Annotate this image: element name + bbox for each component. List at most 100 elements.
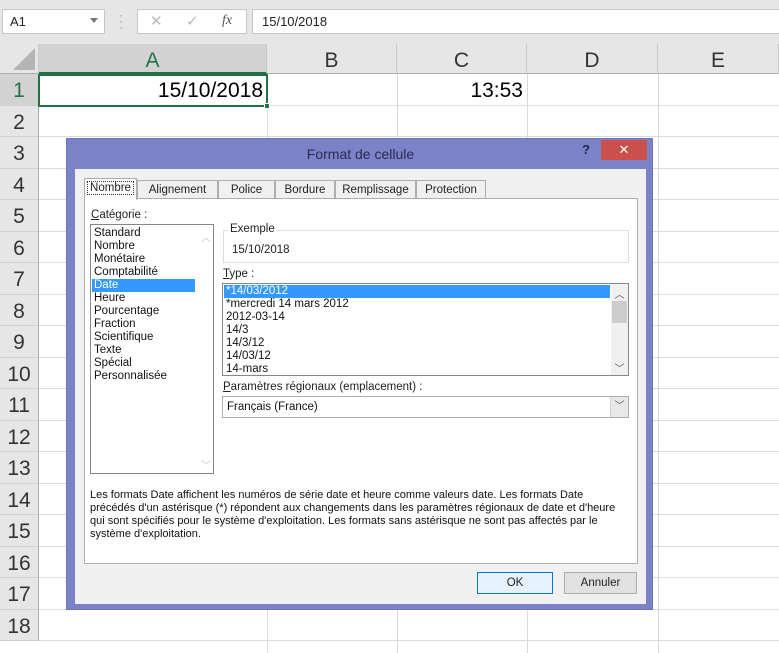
example-value: 15/10/2018 bbox=[232, 244, 290, 256]
type-label: Type : bbox=[223, 268, 255, 280]
category-item[interactable]: Heure bbox=[92, 292, 195, 305]
select-all-button[interactable] bbox=[0, 44, 39, 74]
formula-bar: A1 · · · ✕ ✓ fx 15/10/2018 bbox=[0, 0, 779, 44]
row-header-14[interactable]: 14 bbox=[0, 483, 39, 515]
type-list[interactable]: *14/03/2012 *mercredi 14 mars 2012 2012-03… bbox=[222, 283, 629, 376]
category-item[interactable]: Nombre bbox=[92, 240, 195, 253]
ok-button[interactable]: OK bbox=[477, 572, 553, 594]
name-box[interactable]: A1 bbox=[2, 9, 105, 34]
row-header-13[interactable]: 13 bbox=[0, 452, 39, 484]
category-item[interactable]: Standard bbox=[92, 227, 195, 240]
gridline bbox=[39, 136, 779, 137]
tab-police[interactable]: Police bbox=[218, 180, 275, 199]
column-header-e[interactable]: E bbox=[658, 44, 779, 74]
close-icon: ✕ bbox=[618, 142, 630, 157]
row-header-9[interactable]: 9 bbox=[0, 326, 39, 358]
category-item[interactable]: Pourcentage bbox=[92, 305, 195, 318]
row-header-5[interactable]: 5 bbox=[0, 200, 39, 232]
dialog-body: Nombre Alignement Police Bordure Remplis… bbox=[75, 169, 646, 604]
select-all-icon bbox=[13, 48, 35, 70]
category-item[interactable]: Date bbox=[92, 279, 195, 292]
tab-bordure[interactable]: Bordure bbox=[275, 180, 335, 199]
tab-remplissage[interactable]: Remplissage bbox=[335, 180, 416, 199]
locale-value: Français (France) bbox=[227, 401, 318, 413]
tab-label: Remplissage bbox=[342, 184, 409, 196]
category-item[interactable]: Comptabilité bbox=[92, 266, 195, 279]
help-icon[interactable]: ? bbox=[582, 142, 590, 157]
type-item[interactable]: 14/3 bbox=[224, 324, 610, 337]
column-header-a[interactable]: A bbox=[39, 44, 267, 74]
example-group: Exemple 15/10/2018 bbox=[223, 223, 629, 263]
column-header-d[interactable]: D bbox=[527, 44, 658, 74]
format-cells-dialog: Format de cellule ? ✕ Nombre Alignement … bbox=[66, 138, 653, 610]
type-list-scrollbar[interactable]: ︿ ﹀ bbox=[611, 284, 628, 375]
tab-panel-nombre: Catégorie : Standard Nombre Monétaire Compt… bbox=[84, 198, 638, 564]
tab-label: Protection bbox=[425, 184, 477, 196]
category-list[interactable]: Standard Nombre Monétaire Comptabilité Date H… bbox=[90, 224, 214, 474]
row-header-3[interactable]: 3 bbox=[0, 137, 39, 169]
row-header-11[interactable]: 11 bbox=[0, 389, 39, 421]
row-header-4[interactable]: 4 bbox=[0, 168, 39, 200]
resize-handle-icon[interactable]: · · · bbox=[119, 9, 123, 33]
check-icon[interactable]: ✓ bbox=[186, 12, 199, 30]
row-header-12[interactable]: 12 bbox=[0, 420, 39, 452]
locale-select[interactable]: Français (France) ﹀ bbox=[222, 396, 629, 418]
row-header-1[interactable]: 1 bbox=[0, 74, 39, 106]
type-item[interactable]: 14/03/12 bbox=[224, 350, 610, 363]
insert-function-icon[interactable]: fx bbox=[222, 13, 232, 29]
gridline bbox=[39, 640, 779, 641]
type-item[interactable]: *mercredi 14 mars 2012 bbox=[224, 298, 610, 311]
name-box-value: A1 bbox=[10, 14, 26, 29]
gridline bbox=[658, 74, 659, 653]
scroll-down-icon[interactable]: ﹀ bbox=[611, 360, 628, 375]
row-header-6[interactable]: 6 bbox=[0, 231, 39, 263]
row-header-8[interactable]: 8 bbox=[0, 294, 39, 326]
active-cell-border bbox=[38, 74, 270, 109]
type-item[interactable]: 14-mars bbox=[224, 363, 610, 376]
tab-label: Alignement bbox=[148, 184, 207, 196]
cancel-icon[interactable]: ✕ bbox=[150, 12, 163, 30]
formula-input[interactable]: 15/10/2018 bbox=[252, 9, 779, 34]
cell-c1[interactable]: 13:53 bbox=[397, 74, 527, 105]
type-item[interactable]: *14/03/2012 bbox=[224, 285, 610, 298]
row-header-2[interactable]: 2 bbox=[0, 105, 39, 137]
row-header-16[interactable]: 16 bbox=[0, 546, 39, 578]
scroll-down-icon[interactable]: ﹀ bbox=[201, 457, 211, 472]
fill-handle[interactable] bbox=[264, 103, 270, 109]
category-label: Catégorie : bbox=[91, 209, 148, 221]
row-header-10[interactable]: 10 bbox=[0, 357, 39, 389]
row-header-18[interactable]: 18 bbox=[0, 609, 39, 641]
row-header-17[interactable]: 17 bbox=[0, 578, 39, 610]
cancel-button[interactable]: Annuler bbox=[564, 572, 637, 594]
close-button[interactable]: ✕ bbox=[601, 140, 647, 160]
chevron-down-icon[interactable]: ﹀ bbox=[610, 397, 628, 417]
category-item[interactable]: Fraction bbox=[92, 318, 195, 331]
category-item[interactable]: Texte bbox=[92, 344, 195, 357]
tab-label: Bordure bbox=[284, 184, 326, 196]
category-item[interactable]: Monétaire bbox=[92, 253, 195, 266]
tab-alignement[interactable]: Alignement bbox=[137, 180, 218, 199]
tab-label: Police bbox=[230, 184, 263, 196]
formula-value: 15/10/2018 bbox=[262, 14, 328, 29]
tab-label: Nombre bbox=[87, 181, 134, 195]
scroll-up-icon[interactable]: ︿ bbox=[201, 229, 211, 244]
category-item[interactable]: Scientifique bbox=[92, 331, 195, 344]
row-header-7[interactable]: 7 bbox=[0, 263, 39, 295]
chevron-down-icon[interactable] bbox=[90, 18, 98, 23]
category-item[interactable]: Personnalisée bbox=[92, 370, 195, 383]
format-description: Les formats Date affichent les numéros d… bbox=[90, 489, 616, 540]
row-header-15[interactable]: 15 bbox=[0, 515, 39, 547]
scrollbar-thumb[interactable] bbox=[612, 301, 627, 323]
type-item[interactable]: 2012-03-14 bbox=[224, 311, 610, 324]
type-item[interactable]: 14/3/12 bbox=[224, 337, 610, 350]
formula-buttons: ✕ ✓ fx bbox=[137, 9, 247, 34]
dialog-title: Format de cellule bbox=[306, 146, 415, 162]
column-header-b[interactable]: B bbox=[267, 44, 397, 74]
tab-nombre[interactable]: Nombre bbox=[84, 178, 137, 200]
tab-protection[interactable]: Protection bbox=[416, 180, 486, 199]
category-item[interactable]: Spécial bbox=[92, 357, 195, 370]
column-header-c[interactable]: C bbox=[397, 44, 527, 74]
locale-label: Paramètres régionaux (emplacement) : bbox=[223, 381, 423, 393]
scroll-up-icon[interactable]: ︿ bbox=[611, 286, 628, 301]
example-label: Exemple bbox=[228, 223, 277, 235]
